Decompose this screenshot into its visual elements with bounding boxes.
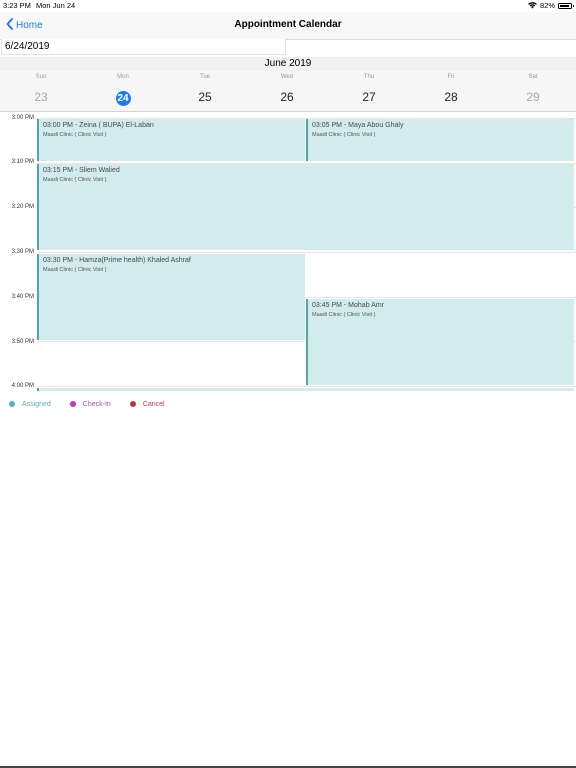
day-name: Thu — [363, 74, 375, 80]
legend-label: Check-In — [82, 400, 111, 408]
day-sat[interactable]: Sat 29 — [492, 71, 574, 111]
day-number: 27 — [362, 90, 376, 104]
time-label: 3:30 PM — [11, 249, 34, 255]
status-right: 82% — [528, 1, 574, 10]
appointment-event[interactable]: 03:30 PM - Hamza(Prime health) Khaled As… — [37, 254, 305, 340]
wifi-icon — [528, 2, 537, 9]
appointment-event[interactable]: 03:45 PM - Mohab Amr Maadi Clinic ( Clin… — [306, 299, 574, 385]
event-location: Maadi Clinic ( Clinic Visit ) — [312, 312, 376, 318]
status-date: Mon Jun 24 — [36, 1, 76, 10]
day-thu[interactable]: Thu 27 — [328, 71, 410, 111]
event-location: Maadi Clinic ( Clinic Visit ) — [43, 267, 107, 273]
day-number-selected: 24 — [82, 90, 164, 106]
time-label: 4:00 PM — [11, 383, 34, 389]
grid-line — [37, 386, 576, 387]
status-bar: 3:23 PM Mon Jun 24 82% — [0, 0, 576, 12]
legend-label: Assigned — [22, 400, 51, 408]
event-title: 03:15 PM - Sliem Walied — [43, 167, 120, 174]
appointment-event[interactable]: 03:15 PM - Sliem Walied Maadi Clinic ( C… — [37, 164, 574, 250]
battery-percent: 82% — [539, 1, 555, 10]
assigned-dot-icon — [9, 401, 15, 407]
day-wed[interactable]: Wed 26 — [246, 71, 328, 111]
week-strip: Sun 23 Mon 24 Tue 25 Wed 26 Thu 27 Fri 2… — [0, 71, 576, 112]
day-name: Sat — [528, 74, 538, 80]
day-number: 29 — [526, 90, 540, 104]
status-time: 3:23 PM — [3, 1, 31, 10]
day-name: Sun — [35, 74, 47, 80]
time-label: 3:20 PM — [11, 204, 34, 210]
time-label: 3:50 PM — [11, 339, 34, 345]
day-number: 28 — [444, 90, 458, 104]
day-name: Mon — [117, 74, 129, 80]
time-label: 3:40 PM — [11, 294, 34, 300]
schedule-grid[interactable]: 3:00 PM 3:10 PM 3:20 PM 3:30 PM 3:40 PM … — [0, 112, 576, 391]
time-label: 3:00 PM — [11, 115, 34, 121]
appointment-event[interactable] — [37, 388, 574, 391]
status-legend: Assigned Check-In Cancel — [0, 396, 175, 412]
appointment-event[interactable]: 03:05 PM - Maya Abou Ghaly Maadi Clinic … — [306, 119, 574, 161]
cancel-dot-icon — [129, 401, 136, 407]
navigation-bar: Home Appointment Calendar — [0, 12, 576, 40]
legend-item-cancel: Cancel — [129, 400, 165, 408]
legend-item-check-in: Check-In — [69, 400, 111, 408]
check-in-dot-icon — [69, 401, 76, 407]
battery-icon — [558, 2, 574, 9]
day-name: Wed — [280, 74, 294, 80]
day-sun[interactable]: Sun 23 — [0, 71, 82, 111]
time-label: 3:10 PM — [11, 159, 34, 165]
legend-item-assigned: Assigned — [9, 401, 51, 408]
day-name: Tue — [199, 74, 211, 80]
event-location: Maadi Clinic ( Clinic Visit ) — [43, 132, 107, 138]
event-title: 03:45 PM - Mohab Amr — [312, 302, 384, 309]
day-number: 25 — [198, 90, 212, 104]
month-header: June 2019 — [0, 57, 576, 71]
selected-day-circle: 24 — [115, 91, 131, 106]
event-location: Maadi Clinic ( Clinic Visit ) — [43, 177, 107, 183]
legend-label: Cancel — [142, 400, 165, 408]
day-number: 23 — [34, 90, 48, 104]
page-title: Appointment Calendar — [234, 19, 342, 30]
day-number: 26 — [280, 90, 294, 104]
appointment-event[interactable]: 03:00 PM - Zeina ( BUPA) El-Laban Maadi … — [37, 119, 305, 161]
grid-line — [37, 252, 576, 253]
date-field[interactable]: 6/24/2019 — [1, 39, 286, 55]
day-tue[interactable]: Tue 25 — [164, 71, 246, 111]
day-name: Fri — [447, 74, 455, 80]
event-title: 03:00 PM - Zeina ( BUPA) El-Laban — [43, 122, 154, 129]
day-mon[interactable]: Mon 24 — [82, 71, 164, 111]
event-title: 03:05 PM - Maya Abou Ghaly — [312, 122, 404, 129]
event-location: Maadi Clinic ( Clinic Visit ) — [312, 132, 376, 138]
day-fri[interactable]: Fri 28 — [410, 71, 492, 111]
event-title: 03:30 PM - Hamza(Prime health) Khaled As… — [43, 257, 191, 264]
